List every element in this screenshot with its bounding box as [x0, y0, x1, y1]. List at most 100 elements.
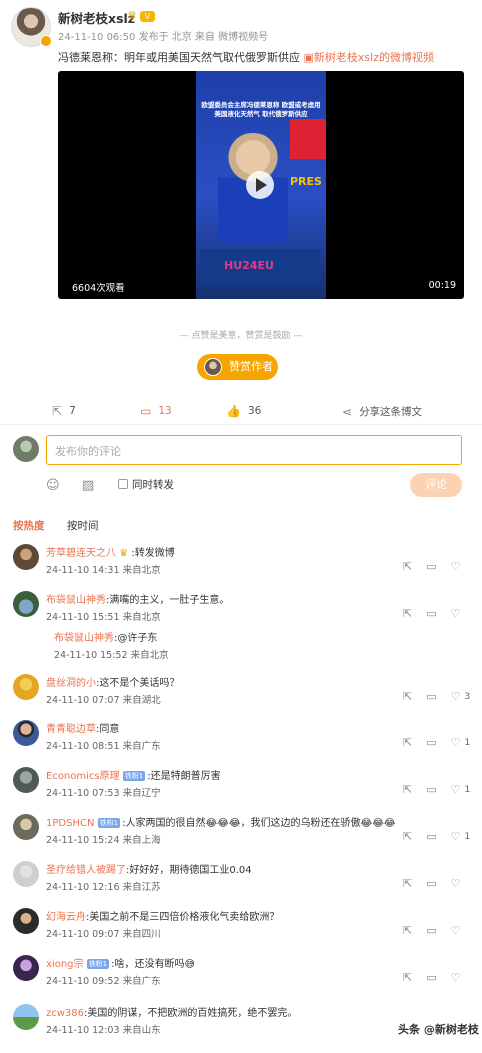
repost-icon[interactable]: ⇱ [403, 783, 412, 796]
video-duration: 00:19 [428, 280, 456, 291]
watermark: 头条 @新树老枝 [398, 1023, 479, 1036]
like-icon[interactable]: ♡ [451, 736, 461, 749]
fan-badge: 铁粉1 [86, 959, 110, 969]
submit-comment-button[interactable]: 评论 [410, 473, 462, 497]
comment-button[interactable]: ▭ 13 [140, 404, 172, 418]
commenter-name[interactable]: 青青聪边草 [46, 724, 96, 735]
like-icon[interactable]: ♡ [451, 924, 461, 937]
author-name[interactable]: 新树老枝xslz [58, 8, 135, 27]
reply-icon[interactable]: ▭ [426, 830, 436, 843]
repost-icon[interactable]: ⇱ [403, 736, 412, 749]
tab-time[interactable]: 按时间 [67, 518, 99, 533]
commenter-avatar[interactable] [13, 861, 39, 887]
like-icon[interactable]: ♡ [451, 607, 461, 620]
reply-icon[interactable]: ▭ [426, 736, 436, 749]
repost-checkbox-label: 同时转发 [132, 479, 174, 491]
reply-icon[interactable]: ▭ [426, 607, 436, 620]
video-link[interactable]: ▣新树老枝xslz的微博视频 [304, 51, 434, 64]
reward-hint: — 点赞是美意，赞赏是鼓励 — [179, 331, 303, 341]
image-icon[interactable]: ▨ [82, 478, 94, 493]
comment-item: xiong宗 铁粉1:啥，还没有断吗😅 24-11-10 09:52 来自广东 … [0, 955, 482, 1001]
comment-line: 布袋鼠山神秀:满嘴的主义，一肚子生意。 [46, 591, 229, 606]
comment-location: 来自四川 [122, 929, 161, 940]
repost-icon[interactable]: ⇱ [403, 690, 412, 703]
repost-button[interactable]: ⇱ 7 [52, 404, 76, 418]
reply-time: 24-11-10 15:52 [54, 650, 128, 661]
comment-time: 24-11-10 09:07 [46, 929, 120, 940]
commenter-name[interactable]: 1PDSHCN [46, 818, 94, 829]
reply-icon[interactable]: ▭ [426, 877, 436, 890]
comment-item: 圣疗给错人被踢了:好好好，期待德国工业0.04 24-11-10 12:16 来… [0, 861, 482, 907]
comment-meta: 24-11-10 08:51 来自广东 [46, 738, 161, 752]
commenter-name[interactable]: zcw386 [46, 1008, 84, 1019]
comment-line: 1PDSHCN 铁粉1:人家两国的很自然😂😂😂，我们这边的乌粉还在骄傲😂😂😂 [46, 814, 396, 829]
comment-line: 圣疗给错人被踢了:好好好，期待德国工业0.04 [46, 861, 252, 876]
tab-hot[interactable]: 按热度 [13, 518, 45, 533]
comment-actions: ⇱ ▭ ♡ 1 [403, 830, 470, 843]
commenter-avatar[interactable] [13, 767, 39, 793]
commenter-avatar[interactable] [13, 1004, 39, 1030]
comment-location: 来自上海 [122, 835, 161, 846]
commenter-name[interactable]: 圣疗给错人被踢了 [46, 865, 126, 876]
comment-actions: ⇱ ▭ ♡ 3 [403, 690, 470, 703]
user-avatar[interactable] [13, 436, 39, 462]
commenter-name[interactable]: xiong宗 [46, 959, 84, 970]
like-icon[interactable]: ♡ [451, 690, 461, 703]
commenter-name[interactable]: 芳草碧连天之八 [46, 548, 116, 559]
reply-icon[interactable]: ▭ [426, 560, 436, 573]
commenter-name[interactable]: Economics原理 [46, 771, 120, 782]
comment-time: 24-11-10 09:52 [46, 976, 120, 987]
reply-icon[interactable]: ▭ [426, 924, 436, 937]
repost-checkbox[interactable] [118, 479, 128, 489]
share-button[interactable]: ⋖ 分享这条博文 [342, 404, 422, 419]
reply-icon[interactable]: ▭ [426, 971, 436, 984]
comment-text: :人家两国的很自然😂😂😂，我们这边的乌粉还在骄傲😂😂😂 [122, 818, 396, 829]
play-icon[interactable] [246, 171, 274, 199]
comment-icon: ▭ [140, 404, 152, 418]
commenter-name[interactable]: 布袋鼠山神秀 [46, 595, 106, 606]
reply-author[interactable]: 布袋鼠山神秀 [54, 633, 114, 644]
crown-icon: ♛ [127, 9, 137, 22]
divider [0, 424, 482, 425]
repost-icon[interactable]: ⇱ [403, 971, 412, 984]
comment-meta: 24-11-10 07:53 来自辽宁 [46, 785, 161, 799]
reply-icon[interactable]: ▭ [426, 783, 436, 796]
commenter-avatar[interactable] [13, 955, 39, 981]
comment-count: 13 [158, 405, 172, 417]
repost-icon[interactable]: ⇱ [403, 560, 412, 573]
level-badge-icon: V [140, 11, 155, 22]
reply-icon[interactable]: ▭ [426, 690, 436, 703]
comment-line: 盘丝洞的小:这不是个美话吗？ [46, 674, 179, 689]
reply-text: :@许子东 [114, 633, 158, 644]
comment-location: 来自江苏 [122, 882, 161, 893]
video-player[interactable]: PRES HU24EU 欧盟委员会主席冯德莱恩称 欧盟或考虑用美国液化天然气 取… [58, 71, 464, 299]
commenter-avatar[interactable] [13, 591, 39, 617]
like-icon[interactable]: ♡ [451, 971, 461, 984]
like-icon[interactable]: ♡ [451, 830, 461, 843]
comment-input[interactable]: 发布你的评论 [46, 435, 462, 465]
commenter-avatar[interactable] [13, 814, 39, 840]
like-button[interactable]: 👍 36 [226, 404, 261, 418]
comment-text: :好好好，期待德国工业0.04 [126, 865, 252, 876]
commenter-avatar[interactable] [13, 544, 39, 570]
commenter-avatar[interactable] [13, 720, 39, 746]
repost-icon[interactable]: ⇱ [403, 877, 412, 890]
commenter-name[interactable]: 幻海云舟 [46, 912, 86, 923]
repost-icon[interactable]: ⇱ [403, 607, 412, 620]
comment-line: Economics原理 铁粉1:还是特朗普厉害 [46, 767, 221, 782]
like-icon[interactable]: ♡ [451, 783, 461, 796]
commenter-avatar[interactable] [13, 674, 39, 700]
like-count: 1 [464, 784, 471, 795]
emoji-icon[interactable]: ☺ [46, 478, 60, 493]
video-link-label: 新树老枝xslz的微博视频 [313, 51, 434, 64]
repost-icon[interactable]: ⇱ [403, 924, 412, 937]
commenter-name[interactable]: 盘丝洞的小 [46, 678, 96, 689]
like-count: 1 [464, 831, 471, 842]
comment-location: 来自湖北 [122, 695, 161, 706]
commenter-avatar[interactable] [13, 908, 39, 934]
comment-time: 24-11-10 12:03 [46, 1025, 120, 1036]
comment-item: 盘丝洞的小:这不是个美话吗？ 24-11-10 07:07 来自湖北 ⇱ ▭ ♡ 3 [0, 674, 482, 720]
like-icon[interactable]: ♡ [451, 560, 461, 573]
repost-icon[interactable]: ⇱ [403, 830, 412, 843]
like-icon[interactable]: ♡ [451, 877, 461, 890]
